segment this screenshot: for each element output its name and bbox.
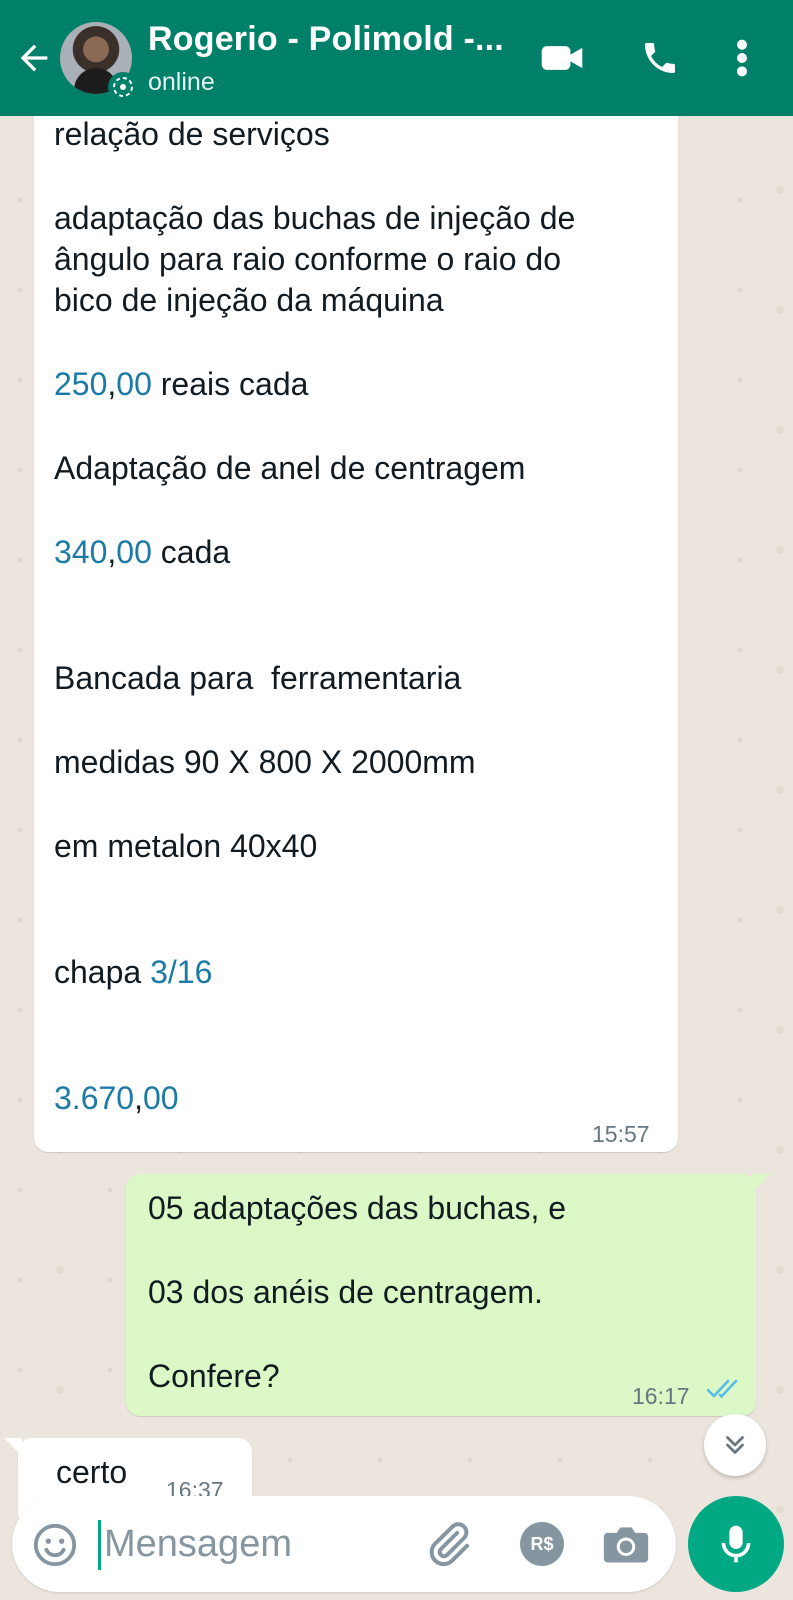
number-link[interactable]: 00	[116, 534, 152, 570]
message-line: ângulo para raio conforme o raio do	[54, 241, 561, 277]
message-line: em metalon 40x40	[54, 828, 318, 864]
status-ring-icon	[108, 72, 138, 102]
contact-status: online	[148, 68, 215, 96]
emoji-icon[interactable]	[32, 1522, 78, 1568]
message-line: chapa 3/16	[54, 954, 213, 990]
message-input[interactable]	[104, 1514, 404, 1574]
message-line: Confere?	[148, 1358, 280, 1394]
number-link[interactable]: 3.670	[54, 1080, 134, 1116]
message-line: adaptação das buchas de injeção de	[54, 200, 576, 236]
read-ticks-icon	[706, 1379, 738, 1399]
scroll-to-bottom-button[interactable]	[704, 1414, 766, 1476]
phone-icon[interactable]	[640, 38, 680, 78]
contact-name[interactable]: Rogerio - Polimold -...	[148, 20, 518, 59]
number-link[interactable]: 3/16	[150, 954, 212, 990]
payment-icon[interactable]: R$	[520, 1522, 564, 1566]
message-line: Bancada para ferramentaria	[54, 660, 462, 696]
message-time: 16:17	[632, 1383, 690, 1409]
arrow-left-icon[interactable]	[14, 38, 54, 78]
number-link[interactable]: 250	[54, 366, 107, 402]
message-line: certo	[56, 1454, 128, 1490]
video-call-icon[interactable]	[540, 40, 584, 76]
message-line: 03 dos anéis de centragem.	[148, 1274, 543, 1310]
message-bubble-incoming[interactable]: relação de serviços adaptação das buchas…	[34, 92, 678, 1152]
message-line: 05 adaptações das buchas, e	[148, 1190, 567, 1226]
text-cursor	[98, 1520, 101, 1570]
message-line: Adaptação de anel de centragem	[54, 450, 526, 486]
camera-icon[interactable]	[602, 1522, 650, 1566]
number-link[interactable]: 00	[143, 1080, 179, 1116]
more-vert-icon[interactable]	[734, 38, 750, 78]
message-line: 250,00 reais cada	[54, 366, 309, 402]
bubble-tail	[4, 1438, 22, 1456]
number-link[interactable]: 340	[54, 534, 107, 570]
chat-header: Rogerio - Polimold -... online	[0, 0, 793, 116]
message-line: medidas 90 X 800 X 2000mm	[54, 744, 476, 780]
bubble-tail	[752, 1174, 770, 1192]
paperclip-icon[interactable]	[424, 1520, 472, 1568]
mic-icon	[721, 1525, 751, 1563]
message-line: 340,00 cada	[54, 534, 231, 570]
double-chevron-down-icon	[726, 1436, 744, 1454]
message-line: bico de injeção da máquina	[54, 282, 444, 318]
message-bubble-outgoing[interactable]: 05 adaptações das buchas, e 03 dos anéis…	[126, 1174, 770, 1416]
message-line: relação de serviços	[54, 116, 330, 152]
mic-button[interactable]	[688, 1496, 784, 1592]
message-line: 3.670,00	[54, 1080, 179, 1116]
number-link[interactable]: 00	[116, 366, 152, 402]
message-time: 15:57	[592, 1121, 650, 1147]
message-composer: R$	[12, 1496, 676, 1592]
